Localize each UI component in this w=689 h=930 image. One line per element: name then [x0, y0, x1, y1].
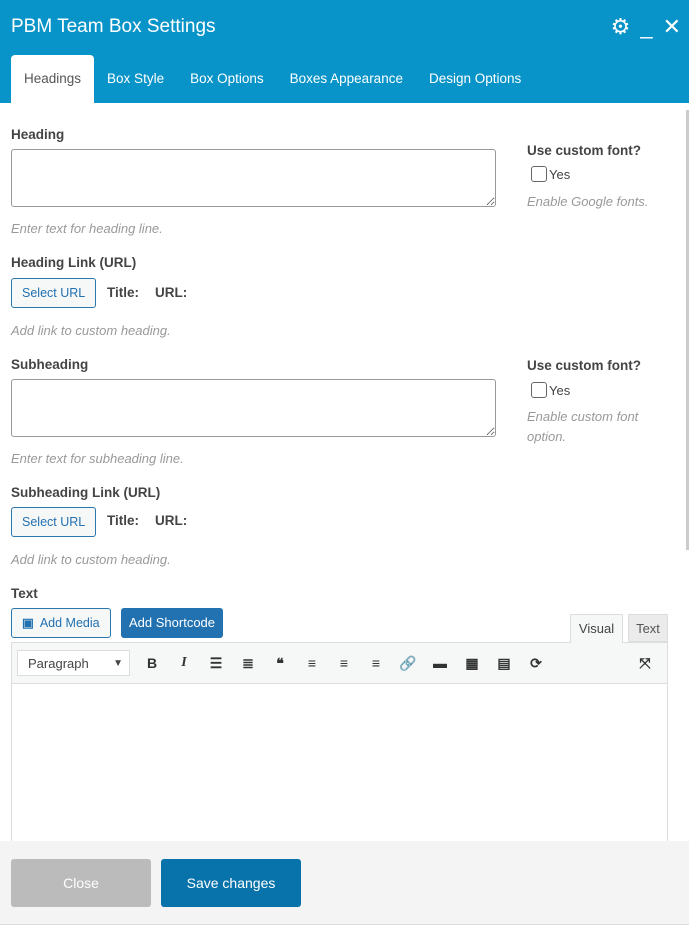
- editor-toolbar: Paragraph ▼ B I ☰ ≣ ❝ ≡ ≡ ≡ 🔗 ▬ ▦ ▤ ⟳ ⤧: [11, 642, 668, 684]
- read-more-icon[interactable]: ▬: [424, 655, 456, 671]
- editor-area[interactable]: [11, 684, 668, 844]
- close-button[interactable]: Close: [11, 859, 151, 907]
- close-icon[interactable]: ✕: [663, 14, 681, 40]
- yes-label: Yes: [549, 166, 571, 182]
- heading-hint: Enter text for heading line.: [11, 221, 163, 236]
- subheading-link-hint: Add link to custom heading.: [11, 552, 171, 567]
- heading-input[interactable]: [11, 149, 496, 207]
- heading-link-title: Title:: [107, 285, 140, 300]
- tab-visual[interactable]: Visual: [570, 614, 623, 643]
- tab-box-options[interactable]: Box Options: [177, 55, 277, 103]
- subheading-link-url: URL:: [155, 513, 188, 528]
- text-label: Text: [11, 586, 38, 601]
- heading-custom-font-label: Use custom font?: [527, 143, 642, 158]
- save-changes-button[interactable]: Save changes: [161, 859, 301, 907]
- add-shortcode-button[interactable]: Add Shortcode: [121, 608, 224, 638]
- heading-custom-font-checkbox[interactable]: Yes: [531, 166, 570, 182]
- numbered-list-icon[interactable]: ≣: [232, 655, 264, 672]
- modal-title: PBM Team Box Settings: [11, 16, 216, 37]
- refresh-icon[interactable]: ⟳: [520, 655, 552, 672]
- heading-select-url-button[interactable]: Select URL: [11, 278, 97, 308]
- subheading-font-hint: Enable custom font option.: [527, 409, 639, 444]
- subheading-custom-font-checkbox[interactable]: Yes: [531, 382, 570, 398]
- bold-icon[interactable]: B: [136, 655, 168, 671]
- tab-text[interactable]: Text: [628, 614, 668, 642]
- align-left-icon[interactable]: ≡: [296, 655, 328, 671]
- add-media-label: Add Media: [39, 616, 100, 630]
- media-icon: ▣: [22, 616, 34, 630]
- format-select[interactable]: Paragraph ▼: [17, 650, 130, 676]
- heading-link-label: Heading Link (URL): [11, 255, 137, 270]
- subheading-link-title: Title:: [107, 513, 140, 528]
- blockquote-icon[interactable]: ❝: [264, 655, 296, 672]
- yes-label: Yes: [549, 382, 571, 398]
- modal-header: PBM Team Box Settings ⚙ _ ✕ Headings Box…: [0, 0, 689, 103]
- minimize-icon[interactable]: _: [640, 14, 652, 40]
- bullet-list-icon[interactable]: ☰: [200, 655, 232, 672]
- heading-font-hint: Enable Google fonts.: [527, 194, 649, 209]
- subheading-hint: Enter text for subheading line.: [11, 451, 184, 466]
- tab-headings[interactable]: Headings: [11, 55, 95, 103]
- subheading-label: Subheading: [11, 357, 89, 372]
- subheading-custom-font-label: Use custom font?: [527, 358, 642, 373]
- link-icon[interactable]: 🔗: [392, 655, 424, 672]
- fullscreen-icon[interactable]: ⤧: [629, 655, 661, 672]
- heading-label: Heading: [11, 127, 65, 142]
- modal-footer: Close Save changes: [0, 841, 689, 925]
- align-right-icon[interactable]: ≡: [360, 655, 392, 671]
- format-value: Paragraph: [28, 655, 89, 671]
- heading-link-hint: Add link to custom heading.: [11, 323, 171, 338]
- gear-icon[interactable]: ⚙: [611, 14, 631, 40]
- heading-link-url: URL:: [155, 285, 188, 300]
- subheading-link-label: Subheading Link (URL): [11, 485, 161, 500]
- tab-boxes-appearance[interactable]: Boxes Appearance: [277, 55, 416, 103]
- add-media-button[interactable]: ▣ Add Media: [11, 608, 111, 638]
- toolbar-toggle-icon[interactable]: ▦: [456, 655, 488, 672]
- align-center-icon[interactable]: ≡: [328, 655, 360, 671]
- tab-box-style[interactable]: Box Style: [94, 55, 177, 103]
- italic-icon[interactable]: I: [168, 655, 200, 671]
- tab-design-options[interactable]: Design Options: [416, 55, 534, 103]
- calendar-icon[interactable]: ▤: [488, 655, 520, 672]
- subheading-input[interactable]: [11, 379, 496, 437]
- subheading-select-url-button[interactable]: Select URL: [11, 507, 97, 537]
